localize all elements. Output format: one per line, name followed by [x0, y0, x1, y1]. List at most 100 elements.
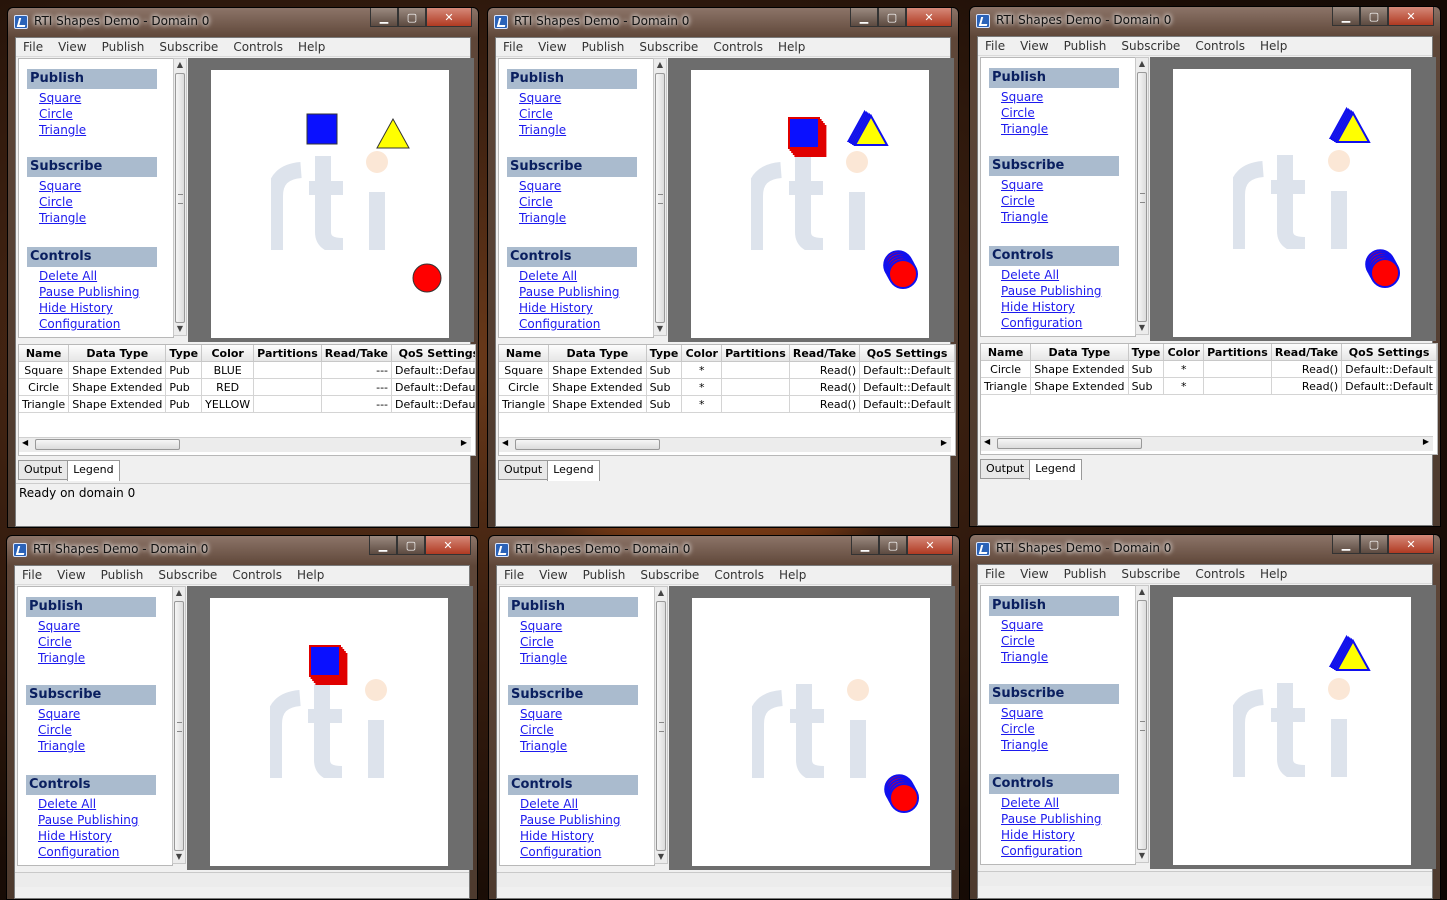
subscribe-square-link[interactable]: Square — [39, 179, 81, 193]
menu-publish[interactable]: Publish — [95, 40, 153, 54]
menu-subscribe[interactable]: Subscribe — [1114, 39, 1188, 53]
scroll-up-icon[interactable]: ▲ — [655, 587, 667, 599]
controls-hide-history-link[interactable]: Hide History — [1001, 828, 1075, 842]
scroll-up-icon[interactable]: ▲ — [1136, 586, 1148, 598]
menu-controls[interactable]: Controls — [707, 568, 772, 582]
controls-configuration-link[interactable]: Configuration — [519, 317, 600, 331]
shapes-canvas[interactable] — [1173, 597, 1411, 865]
publish-square-link[interactable]: Square — [39, 91, 81, 105]
menu-help[interactable]: Help — [771, 40, 813, 54]
table-hscrollbar[interactable]: ◀ ▶ — [499, 437, 951, 452]
panel-scrollbar[interactable]: ▲ ▼ — [1135, 57, 1149, 335]
controls-hide-history-link[interactable]: Hide History — [519, 301, 593, 315]
menu-publish[interactable]: Publish — [1057, 567, 1115, 581]
minimize-button[interactable]: ▁ — [851, 536, 879, 555]
controls-configuration-link[interactable]: Configuration — [1001, 316, 1082, 330]
menu-file[interactable]: File — [497, 568, 532, 582]
controls-delete-all-link[interactable]: Delete All — [38, 797, 96, 811]
menu-view[interactable]: View — [1013, 567, 1056, 581]
publish-circle-link[interactable]: Circle — [1001, 106, 1035, 120]
table-row[interactable]: Circle Shape Extended Pub RED --- Default::De… — [19, 378, 475, 396]
subscribe-triangle-link[interactable]: Triangle — [519, 211, 566, 225]
column-header-read-take[interactable]: Read/Take — [321, 345, 393, 362]
publish-circle-link[interactable]: Circle — [1001, 634, 1035, 648]
column-header-name[interactable]: Name — [499, 345, 550, 362]
publish-square-link[interactable]: Square — [38, 619, 80, 633]
scroll-left-icon[interactable]: ◀ — [984, 437, 990, 446]
menu-publish[interactable]: Publish — [575, 40, 633, 54]
publish-triangle-link[interactable]: Triangle — [1001, 650, 1048, 664]
shapes-canvas[interactable] — [211, 70, 449, 338]
publish-triangle-link[interactable]: Triangle — [1001, 122, 1048, 136]
scroll-down-icon[interactable]: ▼ — [174, 323, 186, 335]
scroll-up-icon[interactable]: ▲ — [1136, 58, 1148, 70]
menu-publish[interactable]: Publish — [1057, 39, 1115, 53]
menu-help[interactable]: Help — [1253, 567, 1295, 581]
maximize-button[interactable]: ▢ — [879, 536, 907, 555]
panel-scrollbar[interactable]: ▲ ▼ — [653, 58, 667, 336]
menu-view[interactable]: View — [531, 40, 574, 54]
scrollbar-thumb[interactable] — [655, 73, 665, 323]
scroll-down-icon[interactable]: ▼ — [1136, 850, 1148, 862]
scroll-up-icon[interactable]: ▲ — [654, 59, 666, 71]
controls-delete-all-link[interactable]: Delete All — [520, 797, 578, 811]
menu-controls[interactable]: Controls — [225, 568, 290, 582]
scroll-right-icon[interactable]: ▶ — [461, 438, 467, 447]
column-header-type[interactable]: Type — [1128, 344, 1165, 361]
table-row[interactable]: Square Shape Extended Sub * Read() Default::D… — [499, 361, 955, 379]
minimize-button[interactable]: ▁ — [370, 8, 398, 27]
controls-configuration-link[interactable]: Configuration — [1001, 844, 1082, 858]
panel-scrollbar[interactable]: ▲ ▼ — [1135, 585, 1149, 863]
controls-hide-history-link[interactable]: Hide History — [38, 829, 112, 843]
controls-delete-all-link[interactable]: Delete All — [1001, 268, 1059, 282]
scrollbar-thumb[interactable] — [1137, 72, 1147, 322]
table-hscrollbar[interactable]: ◀ ▶ — [19, 437, 471, 452]
publish-circle-link[interactable]: Circle — [39, 107, 73, 121]
menu-help[interactable]: Help — [290, 568, 332, 582]
column-header-data-type[interactable]: Data Type — [548, 345, 647, 362]
scroll-up-icon[interactable]: ▲ — [173, 587, 185, 599]
column-header-data-type[interactable]: Data Type — [1030, 344, 1129, 361]
menu-view[interactable]: View — [51, 40, 94, 54]
table-row[interactable]: Triangle Shape Extended Sub * Read() Default:… — [499, 395, 955, 413]
scroll-down-icon[interactable]: ▼ — [173, 851, 185, 863]
close-button[interactable]: ✕ — [426, 8, 472, 27]
publish-triangle-link[interactable]: Triangle — [39, 123, 86, 137]
controls-delete-all-link[interactable]: Delete All — [1001, 796, 1059, 810]
scroll-left-icon[interactable]: ◀ — [22, 438, 28, 447]
table-row[interactable]: Square Shape Extended Pub BLUE --- Default::D… — [19, 361, 475, 379]
controls-delete-all-link[interactable]: Delete All — [519, 269, 577, 283]
menu-file[interactable]: File — [978, 39, 1013, 53]
close-button[interactable]: ✕ — [1388, 535, 1434, 554]
subscribe-square-link[interactable]: Square — [519, 179, 561, 193]
menu-subscribe[interactable]: Subscribe — [633, 568, 707, 582]
table-row[interactable]: Triangle Shape Extended Sub * Read() Default:… — [981, 377, 1437, 395]
menu-controls[interactable]: Controls — [226, 40, 291, 54]
menu-file[interactable]: File — [15, 568, 50, 582]
shapes-canvas[interactable] — [692, 598, 930, 866]
subscribe-square-link[interactable]: Square — [1001, 178, 1043, 192]
table-hscrollbar[interactable]: ◀ ▶ — [981, 436, 1433, 451]
column-header-color[interactable]: Color — [1163, 344, 1205, 361]
maximize-button[interactable]: ▢ — [397, 536, 425, 555]
menu-help[interactable]: Help — [291, 40, 333, 54]
controls-configuration-link[interactable]: Configuration — [38, 845, 119, 859]
menu-file[interactable]: File — [978, 567, 1013, 581]
menu-help[interactable]: Help — [772, 568, 814, 582]
panel-scrollbar[interactable]: ▲ ▼ — [172, 586, 186, 864]
scrollbar-thumb[interactable] — [656, 601, 666, 851]
hscrollbar-thumb[interactable] — [515, 439, 660, 450]
minimize-button[interactable]: ▁ — [369, 536, 397, 555]
column-header-name[interactable]: Name — [19, 345, 70, 362]
tab-output[interactable]: Output — [498, 460, 549, 480]
minimize-button[interactable]: ▁ — [1332, 535, 1360, 554]
menu-subscribe[interactable]: Subscribe — [151, 568, 225, 582]
menu-view[interactable]: View — [50, 568, 93, 582]
controls-pause-publishing-link[interactable]: Pause Publishing — [38, 813, 138, 827]
subscribe-square-link[interactable]: Square — [38, 707, 80, 721]
publish-circle-link[interactable]: Circle — [38, 635, 72, 649]
title-bar[interactable]: RTI Shapes Demo - Domain 0 ▁ ▢ ✕ — [8, 8, 478, 36]
menu-file[interactable]: File — [16, 40, 51, 54]
menu-view[interactable]: View — [1013, 39, 1056, 53]
maximize-button[interactable]: ▢ — [398, 8, 426, 27]
